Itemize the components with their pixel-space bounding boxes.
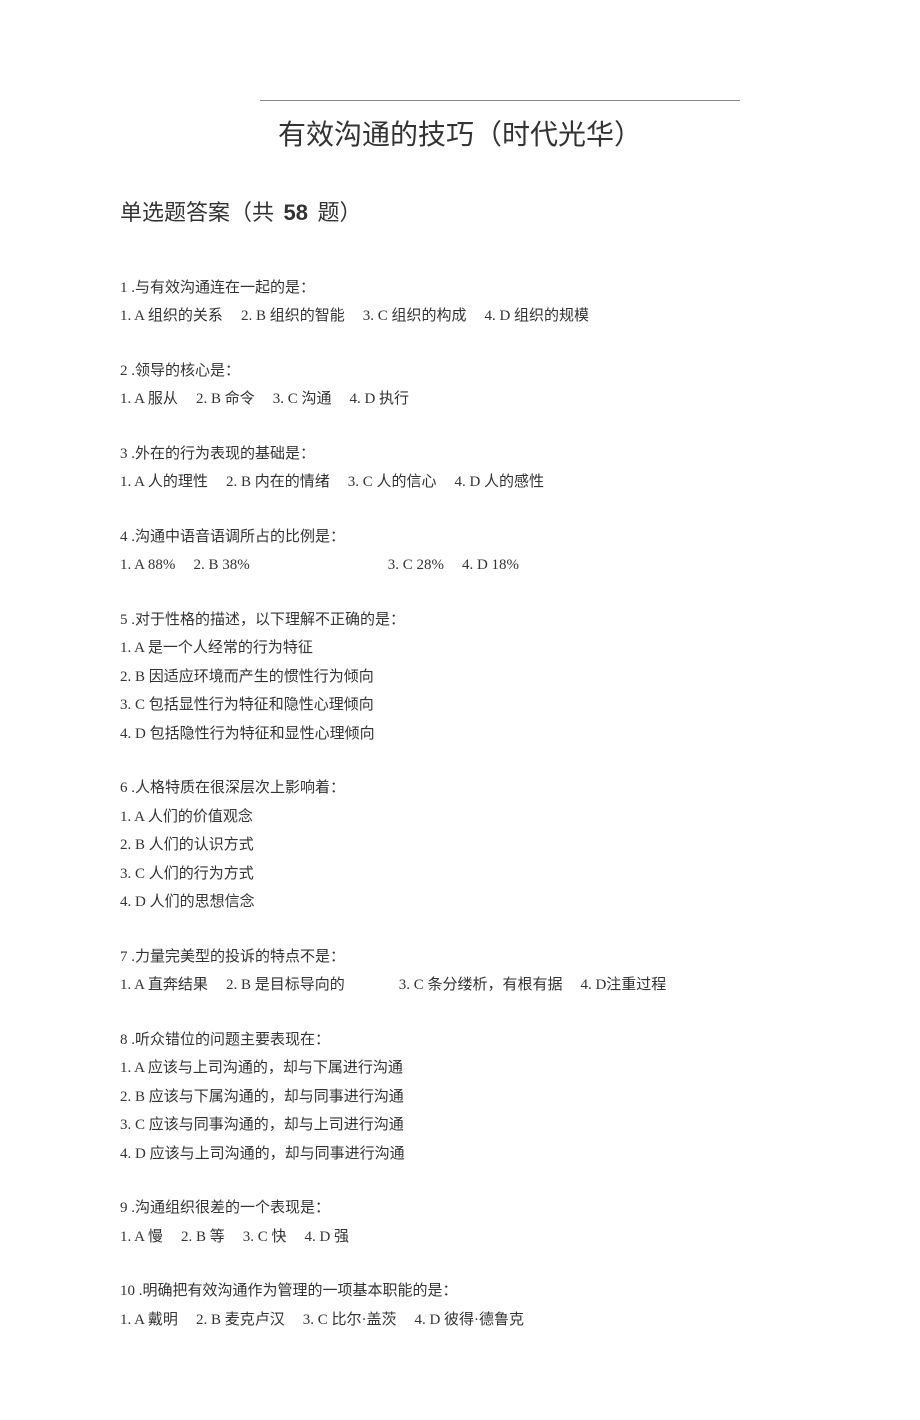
option: 3. C 沟通 bbox=[273, 385, 332, 414]
question-block: 4 .沟通中语音语调所占的比例是：1. A 88% 2. B 38% 3. C 28… bbox=[120, 523, 800, 580]
question-text: 6 .人格特质在很深层次上影响着： bbox=[120, 774, 800, 803]
option: 1. A 是一个人经常的行为特征 bbox=[120, 634, 800, 663]
option: 1. A 服从 bbox=[120, 385, 178, 414]
options-row: 1. A 慢 2. B 等 3. C 快 4. D 强 bbox=[120, 1223, 800, 1252]
option: 1. A 人的理性 bbox=[120, 468, 208, 497]
question-text: 8 .听众错位的问题主要表现在： bbox=[120, 1026, 800, 1055]
question-block: 10 .明确把有效沟通作为管理的一项基本职能的是：1. A 戴明 2. B 麦克卢… bbox=[120, 1277, 800, 1334]
options-row: 1. A 人的理性 2. B 内在的情绪 3. C 人的信心 4. D 人的感性 bbox=[120, 468, 800, 497]
option: 2. B 内在的情绪 bbox=[226, 468, 330, 497]
option: 2. B 应该与下属沟通的，却与同事进行沟通 bbox=[120, 1083, 800, 1112]
option: 1. A 组织的关系 bbox=[120, 302, 223, 331]
option: 2. B 是目标导向的 bbox=[226, 971, 345, 1000]
document-title: 有效沟通的技巧（时代光华） bbox=[120, 109, 800, 162]
top-divider bbox=[260, 100, 740, 101]
question-block: 3 .外在的行为表现的基础是：1. A 人的理性 2. B 内在的情绪 3. C 人… bbox=[120, 440, 800, 497]
question-text: 10 .明确把有效沟通作为管理的一项基本职能的是： bbox=[120, 1277, 800, 1306]
options-row: 1. A 服从 2. B 命令 3. C 沟通 4. D 执行 bbox=[120, 385, 800, 414]
section-suffix: 题） bbox=[318, 200, 362, 225]
option: 3. C 比尔·盖茨 bbox=[303, 1306, 397, 1335]
option: 3. C 应该与同事沟通的，却与上司进行沟通 bbox=[120, 1111, 800, 1140]
option: 3. C 快 bbox=[243, 1223, 287, 1252]
question-text: 4 .沟通中语音语调所占的比例是： bbox=[120, 523, 800, 552]
option: 4. D 18% bbox=[462, 551, 519, 580]
option: 2. B 命令 bbox=[196, 385, 255, 414]
question-block: 8 .听众错位的问题主要表现在：1. A 应该与上司沟通的，却与下属进行沟通2.… bbox=[120, 1026, 800, 1169]
questions-container: 1 .与有效沟通连在一起的是：1. A 组织的关系 2. B 组织的智能 3. C … bbox=[120, 274, 800, 1335]
option: 3. C 组织的构成 bbox=[363, 302, 467, 331]
option: 3. C 人的信心 bbox=[348, 468, 437, 497]
options-list: 1. A 人们的价值观念2. B 人们的认识方式3. C 人们的行为方式4. D… bbox=[120, 803, 800, 917]
question-text: 9 .沟通组织很差的一个表现是： bbox=[120, 1194, 800, 1223]
option: 4. D 强 bbox=[304, 1223, 349, 1252]
option: 1. A 88% bbox=[120, 551, 175, 580]
section-prefix: 单选题答案（共 bbox=[120, 200, 274, 225]
question-text: 3 .外在的行为表现的基础是： bbox=[120, 440, 800, 469]
option: 4. D 人们的思想信念 bbox=[120, 888, 800, 917]
option: 4. D 人的感性 bbox=[454, 468, 544, 497]
option: 1. A 慢 bbox=[120, 1223, 163, 1252]
options-row: 1. A 88% 2. B 38% 3. C 28% 4. D 18% bbox=[120, 551, 800, 580]
options-row: 1. A 直奔结果 2. B 是目标导向的 3. C 条分缕析，有根有据 4. D注重… bbox=[120, 971, 800, 1000]
option: 1. A 戴明 bbox=[120, 1306, 178, 1335]
option: 2. B 组织的智能 bbox=[241, 302, 345, 331]
question-block: 5 .对于性格的描述，以下理解不正确的是：1. A 是一个人经常的行为特征2. … bbox=[120, 606, 800, 749]
question-text: 1 .与有效沟通连在一起的是： bbox=[120, 274, 800, 303]
option: 3. C 包括显性行为特征和隐性心理倾向 bbox=[120, 691, 800, 720]
option: 1. A 人们的价值观念 bbox=[120, 803, 800, 832]
option: 3. C 条分缕析，有根有据 bbox=[399, 971, 563, 1000]
section-count: 58 bbox=[284, 200, 308, 225]
option: 4. D 应该与上司沟通的，却与同事进行沟通 bbox=[120, 1140, 800, 1169]
option: 4. D 组织的规模 bbox=[484, 302, 589, 331]
question-text: 2 .领导的核心是： bbox=[120, 357, 800, 386]
options-list: 1. A 是一个人经常的行为特征2. B 因适应环境而产生的惯性行为倾向3. C… bbox=[120, 634, 800, 748]
option: 3. C 人们的行为方式 bbox=[120, 860, 800, 889]
option: 2. B 因适应环境而产生的惯性行为倾向 bbox=[120, 663, 800, 692]
question-block: 7 .力量完美型的投诉的特点不是：1. A 直奔结果 2. B 是目标导向的 3. … bbox=[120, 943, 800, 1000]
question-text: 7 .力量完美型的投诉的特点不是： bbox=[120, 943, 800, 972]
question-block: 1 .与有效沟通连在一起的是：1. A 组织的关系 2. B 组织的智能 3. C … bbox=[120, 274, 800, 331]
option: 4. D 包括隐性行为特征和显性心理倾向 bbox=[120, 720, 800, 749]
options-row: 1. A 组织的关系 2. B 组织的智能 3. C 组织的构成 4. D 组织的规模 bbox=[120, 302, 800, 331]
option: 4. D 执行 bbox=[349, 385, 409, 414]
option: 3. C 28% bbox=[388, 551, 444, 580]
options-list: 1. A 应该与上司沟通的，却与下属进行沟通2. B 应该与下属沟通的，却与同事… bbox=[120, 1054, 800, 1168]
section-heading: 单选题答案（共 58 题） bbox=[120, 192, 800, 234]
option: 2. B 38% bbox=[193, 551, 249, 580]
options-row: 1. A 戴明 2. B 麦克卢汉 3. C 比尔·盖茨 4. D 彼得·德鲁克 bbox=[120, 1306, 800, 1335]
option: 4. D注重过程 bbox=[580, 971, 666, 1000]
question-block: 6 .人格特质在很深层次上影响着：1. A 人们的价值观念2. B 人们的认识方… bbox=[120, 774, 800, 917]
option: 2. B 人们的认识方式 bbox=[120, 831, 800, 860]
option: 4. D 彼得·德鲁克 bbox=[414, 1306, 524, 1335]
question-block: 9 .沟通组织很差的一个表现是：1. A 慢 2. B 等 3. C 快 4. D 强 bbox=[120, 1194, 800, 1251]
option: 1. A 直奔结果 bbox=[120, 971, 208, 1000]
question-text: 5 .对于性格的描述，以下理解不正确的是： bbox=[120, 606, 800, 635]
document-page: 有效沟通的技巧（时代光华） 单选题答案（共 58 题） 1 .与有效沟通连在一起… bbox=[0, 0, 920, 1420]
option: 2. B 麦克卢汉 bbox=[196, 1306, 285, 1335]
option: 2. B 等 bbox=[181, 1223, 225, 1252]
option: 1. A 应该与上司沟通的，却与下属进行沟通 bbox=[120, 1054, 800, 1083]
question-block: 2 .领导的核心是：1. A 服从 2. B 命令 3. C 沟通 4. D 执行 bbox=[120, 357, 800, 414]
